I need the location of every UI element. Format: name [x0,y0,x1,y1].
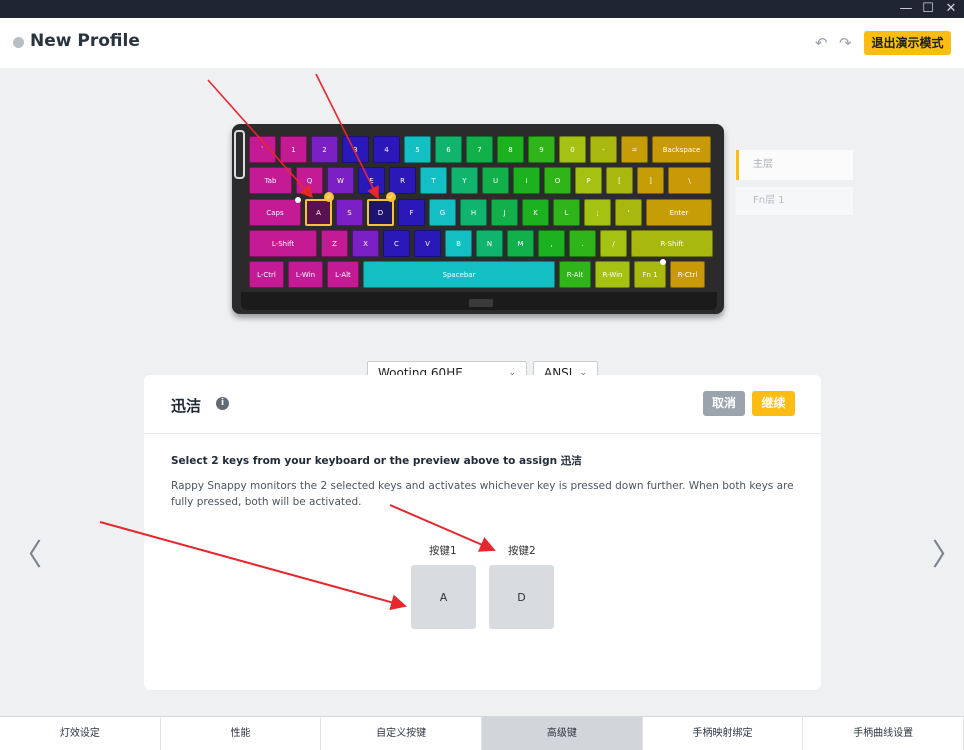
annotation-arrows [99,73,496,610]
arrow-to-slot-2 [389,504,496,552]
arrow-to-key-d [315,73,379,200]
arrow-to-slot-1 [99,521,407,610]
arrow-to-key-a [207,79,314,199]
